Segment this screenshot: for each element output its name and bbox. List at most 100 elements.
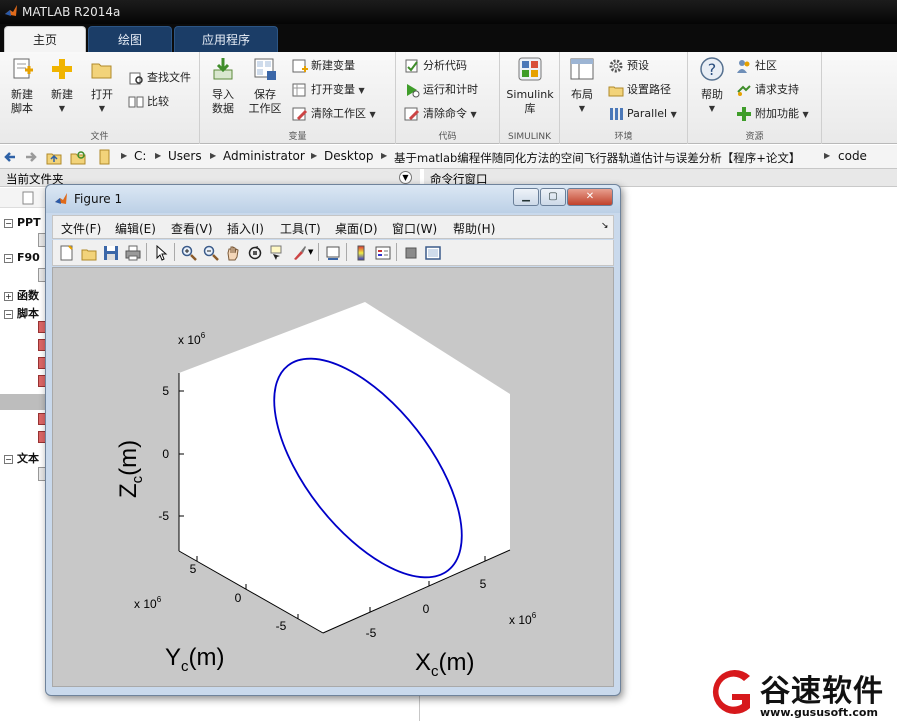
maximize-button[interactable]: ▢ (540, 188, 566, 206)
legend-icon[interactable] (375, 245, 391, 261)
simulink-group: Simulink 库 SIMULINK (500, 52, 560, 144)
save-workspace-button[interactable]: 保存 工作区 (245, 56, 285, 116)
community-button[interactable]: 社区 (736, 56, 777, 76)
clear-commands-button[interactable]: 清除命令 ▼ (404, 104, 477, 124)
watermark-brand: 谷速软件 (760, 674, 884, 709)
x-tick-label: -5 (366, 626, 377, 640)
folder-functions[interactable]: + 函数 (4, 287, 39, 303)
brush-dropdown-icon[interactable]: ▼ (308, 248, 313, 256)
zoom-in-icon[interactable] (181, 245, 197, 261)
request-support-button[interactable]: 请求支持 (736, 80, 799, 100)
menu-desktop[interactable]: 桌面(D) (335, 220, 378, 237)
crumb-drive[interactable]: C: (134, 149, 146, 163)
menu-file[interactable]: 文件(F) (61, 220, 101, 237)
help-button[interactable]: ? 帮助 ▼ (692, 56, 732, 116)
save-icon[interactable] (103, 245, 119, 261)
zoom-out-icon[interactable] (203, 245, 219, 261)
toolbar-divider (346, 243, 347, 261)
add-ons-dropdown-icon[interactable]: ▼ (803, 110, 809, 119)
crumb-desktop[interactable]: Desktop (324, 149, 374, 163)
compare-button[interactable]: 比较 (128, 92, 169, 112)
collapse-icon[interactable]: − (4, 254, 13, 263)
new-variable-button[interactable]: 新建变量 (292, 56, 355, 76)
menu-help[interactable]: 帮助(H) (453, 220, 495, 237)
clear-commands-dropdown-icon[interactable]: ▼ (471, 110, 477, 119)
tab-home[interactable]: 主页 (4, 26, 86, 52)
pan-icon[interactable] (225, 245, 241, 261)
dock-arrow-icon[interactable]: ↘ (601, 221, 609, 231)
open-button[interactable]: 打开 ▼ (82, 56, 122, 116)
figure-canvas[interactable]: 5 0 -5 5 0 -5 -5 0 5 x 106 x 106 x 106 Z… (52, 267, 614, 687)
folder-f90[interactable]: − F90 (4, 251, 40, 264)
back-arrow-icon[interactable] (3, 150, 17, 164)
menu-edit[interactable]: 编辑(E) (115, 220, 156, 237)
run-and-time-button[interactable]: 运行和计时 (404, 80, 478, 100)
figure-titlebar[interactable]: Figure 1 ▁ ▢ ✕ (46, 185, 620, 213)
rotate-icon[interactable] (247, 245, 263, 261)
file-group-label: 文件 (90, 132, 109, 142)
clear-commands-label: 清除命令 (423, 107, 467, 120)
link-plot-icon[interactable] (325, 245, 341, 261)
open-variable-button[interactable]: 打开变量 ▼ (292, 80, 365, 100)
crumb-code[interactable]: code (838, 149, 867, 163)
data-cursor-icon[interactable] (269, 245, 285, 261)
tab-apps[interactable]: 应用程序 (174, 26, 278, 52)
import-data-button[interactable]: 导入 数据 (203, 56, 243, 116)
figure-window[interactable]: Figure 1 ▁ ▢ ✕ 文件(F) 编辑(E) 查看(V) 插入(I) 工… (45, 184, 621, 696)
forward-arrow-icon[interactable] (24, 150, 38, 164)
folder-ppt[interactable]: − PPT (4, 216, 41, 229)
simulink-library-button[interactable]: Simulink 库 (504, 56, 556, 116)
set-path-button[interactable]: 设置路径 (608, 80, 671, 100)
crumb-administrator[interactable]: Administrator (223, 149, 305, 163)
parallel-dropdown-icon[interactable]: ▼ (671, 110, 677, 119)
analyze-code-button[interactable]: 分析代码 (404, 56, 467, 76)
plot3-axes[interactable]: 5 0 -5 5 0 -5 -5 0 5 x 106 x 106 x 106 Z… (53, 268, 613, 686)
add-ons-button[interactable]: 附加功能 ▼ (736, 104, 809, 124)
preferences-button[interactable]: 预设 (608, 56, 649, 76)
clear-workspace-button[interactable]: 清除工作区 ▼ (292, 104, 376, 124)
browse-folder-icon[interactable] (70, 149, 86, 165)
open-variable-dropdown-icon[interactable]: ▼ (359, 86, 365, 95)
up-folder-icon[interactable] (46, 149, 62, 165)
collapse-icon[interactable]: − (4, 219, 13, 228)
panel-menu-icon[interactable]: ▼ (399, 171, 412, 184)
find-files-button[interactable]: 查找文件 (128, 68, 191, 88)
open-file-icon[interactable] (81, 245, 97, 261)
layout-label: 布局 (571, 88, 593, 101)
parallel-button[interactable]: Parallel ▼ (608, 104, 677, 124)
menu-tools[interactable]: 工具(T) (280, 220, 321, 237)
crumb-users[interactable]: Users (168, 149, 202, 163)
menu-insert[interactable]: 插入(I) (227, 220, 264, 237)
show-plot-tools-icon[interactable] (425, 245, 441, 261)
matlab-logo-icon (55, 193, 67, 204)
gear-icon (609, 59, 623, 73)
clear-workspace-dropdown-icon[interactable]: ▼ (370, 110, 376, 119)
hide-plot-tools-icon[interactable] (403, 245, 419, 261)
tab-plots[interactable]: 绘图 (88, 26, 172, 52)
new-script-button[interactable]: 新建 脚本 (2, 56, 42, 116)
menu-view[interactable]: 查看(V) (171, 220, 213, 237)
collapse-icon[interactable]: − (4, 310, 13, 319)
close-button[interactable]: ✕ (567, 188, 613, 206)
collapse-icon[interactable]: − (4, 455, 13, 464)
folder-text-label: 文本 (17, 452, 39, 465)
z-tick-label: 0 (162, 447, 169, 461)
new-figure-icon[interactable] (59, 245, 75, 261)
menu-window[interactable]: 窗口(W) (392, 220, 437, 237)
print-icon[interactable] (125, 245, 141, 261)
toolbar-divider (396, 243, 397, 261)
axes-box[interactable] (179, 302, 510, 633)
new-variable-label: 新建变量 (311, 59, 355, 72)
colorbar-icon[interactable] (353, 245, 369, 261)
new-button[interactable]: 新建 ▼ (42, 56, 82, 116)
expand-icon[interactable]: + (4, 292, 13, 301)
pointer-icon[interactable] (153, 245, 169, 261)
brush-icon[interactable] (291, 245, 307, 261)
folder-text[interactable]: − 文本 (4, 450, 39, 466)
layout-button[interactable]: 布局 ▼ (562, 56, 602, 116)
file-name-column-icon (22, 191, 34, 205)
minimize-button[interactable]: ▁ (513, 188, 539, 206)
x-tick-label: 5 (480, 577, 487, 591)
folder-scripts[interactable]: − 脚本 (4, 305, 39, 321)
crumb-project-folder[interactable]: 基于matlab编程伴随同化方法的空间飞行器轨道估计与误差分析【程序+论文】 (394, 150, 800, 166)
